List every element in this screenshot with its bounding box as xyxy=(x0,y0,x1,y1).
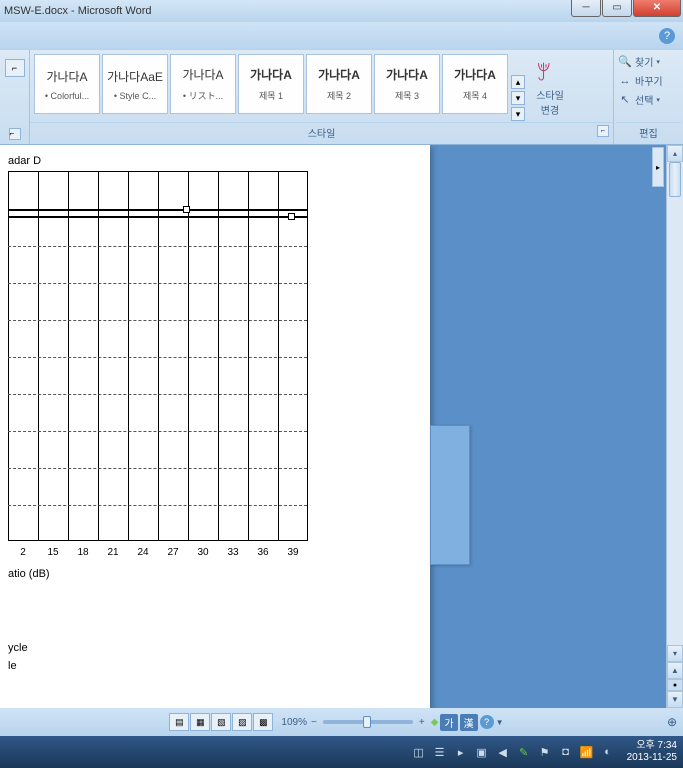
zoom-in-button[interactable]: + xyxy=(419,717,425,728)
page[interactable]: adar D 2151821242730333639 atio (dB) ycl… xyxy=(0,145,430,708)
ime-help-icon[interactable]: ? xyxy=(480,715,494,729)
x-tick: 15 xyxy=(38,547,68,558)
tray-icon[interactable]: ✎ xyxy=(516,744,532,760)
styles-down-button[interactable]: ▾ xyxy=(511,91,525,105)
ime-indicator: ◆ 가 漢 ? ▼ xyxy=(431,714,504,731)
tray-icon[interactable]: ☰ xyxy=(432,744,448,760)
styles-scroll: ▴ ▾ ▾ xyxy=(510,54,524,122)
outline-view-button[interactable]: ▨ xyxy=(232,713,252,731)
clock[interactable]: 오후 7:34 2013-11-25 xyxy=(627,740,677,764)
zoom-out-button[interactable]: − xyxy=(311,717,317,728)
chevron-down-icon: ▾ xyxy=(656,96,660,104)
prev-page-button[interactable]: ▲ xyxy=(667,662,683,679)
full-screen-view-button[interactable]: ▦ xyxy=(190,713,210,731)
select-button[interactable]: ↖ 선택 ▾ xyxy=(616,90,681,109)
view-buttons: ▤ ▦ ▧ ▨ ▩ xyxy=(169,713,273,731)
window-title: MSW-E.docx - Microsoft Word xyxy=(4,5,152,17)
body-text: ycle le xyxy=(8,640,422,675)
titlebar: MSW-E.docx - Microsoft Word ─ ▭ ✕ xyxy=(0,0,683,22)
taskbar[interactable]: ◫ ☰ ▸ ▣ ◀ ✎ ⚑ ◘ 📶 ◐ 오후 7:34 2013-11-25 xyxy=(0,736,683,768)
styles-gallery: 가나다A• Colorful... 가나다AaE• Style C... 가나다… xyxy=(30,50,613,122)
style-item[interactable]: 가나다A제목 4 xyxy=(442,54,508,114)
draft-view-button[interactable]: ▩ xyxy=(253,713,273,731)
zoom-level[interactable]: 109% xyxy=(281,717,307,728)
document-area[interactable]: adar D 2151821242730333639 atio (dB) ycl… xyxy=(0,145,666,708)
next-page-button[interactable]: ▼ xyxy=(667,691,683,708)
ime-dropdown-icon[interactable]: ▼ xyxy=(496,718,504,727)
style-item[interactable]: 가나다A• リスト... xyxy=(170,54,236,114)
x-tick-labels: 2151821242730333639 xyxy=(8,547,308,558)
chevron-down-icon: ▾ xyxy=(656,58,660,66)
zoom-slider-thumb[interactable] xyxy=(363,716,371,728)
zoom-slider[interactable] xyxy=(323,720,413,724)
statusbar: ▤ ▦ ▧ ▨ ▩ 109% − + ◆ 가 漢 ? ▼ ⊕ xyxy=(0,708,683,736)
x-axis-label: atio (dB) xyxy=(8,568,422,580)
ime-icon[interactable]: ◆ xyxy=(431,717,439,728)
x-tick: 36 xyxy=(248,547,278,558)
browse-object-button[interactable]: ● xyxy=(667,679,683,691)
replace-icon: ↔ xyxy=(618,74,632,88)
change-styles-icon: ꂖ xyxy=(536,59,564,87)
tray-icon[interactable]: ◐ xyxy=(600,744,616,760)
clipboard-toggle[interactable]: ▸ xyxy=(652,147,664,187)
embedded-chart[interactable] xyxy=(8,171,308,541)
vertical-scrollbar[interactable]: ▴ ▾ ▲ ● ▼ xyxy=(666,145,683,708)
ribbon-left-tools: ⌐ ⌐ xyxy=(0,50,30,144)
cursor-icon: ↖ xyxy=(618,93,632,107)
ime-mode[interactable]: 가 xyxy=(440,714,457,731)
styles-up-button[interactable]: ▴ xyxy=(511,75,525,89)
web-layout-view-button[interactable]: ▧ xyxy=(211,713,231,731)
system-tray: ◫ ☰ ▸ ▣ ◀ ✎ ⚑ ◘ 📶 ◐ 오후 7:34 2013-11-25 xyxy=(411,740,677,764)
minimize-button[interactable]: ─ xyxy=(571,0,601,17)
styles-more-button[interactable]: ▾ xyxy=(511,107,525,121)
x-tick: 2 xyxy=(8,547,38,558)
ribbon-tabs-row: ? xyxy=(0,22,683,50)
style-item[interactable]: 가나다A제목 1 xyxy=(238,54,304,114)
expand-icon[interactable]: ⌐ xyxy=(9,128,21,140)
tray-icon[interactable]: ◫ xyxy=(411,744,427,760)
flag-icon[interactable]: ⚑ xyxy=(537,744,553,760)
change-styles-button[interactable]: ꂖ 스타일 변경 xyxy=(526,54,574,122)
window-controls: ─ ▭ ✕ xyxy=(571,0,681,17)
x-tick: 24 xyxy=(128,547,158,558)
find-button[interactable]: 🔍 찾기 ▾ xyxy=(616,52,681,71)
style-item[interactable]: 가나다A• Colorful... xyxy=(34,54,100,114)
styles-dialog-launcher[interactable]: ⌐ xyxy=(597,125,609,137)
expand-icon[interactable]: ⊕ xyxy=(667,715,677,729)
editing-group: 🔍 찾기 ▾ ↔ 바꾸기 ↖ 선택 ▾ 편집 xyxy=(613,50,683,144)
x-tick: 18 xyxy=(68,547,98,558)
style-item[interactable]: 가나다AaE• Style C... xyxy=(102,54,168,114)
format-painter-button[interactable]: ⌐ xyxy=(5,59,25,77)
x-tick: 30 xyxy=(188,547,218,558)
volume-icon[interactable]: ◀ xyxy=(495,744,511,760)
ime-hanja[interactable]: 漢 xyxy=(460,714,478,731)
scroll-up-button[interactable]: ▴ xyxy=(667,145,683,162)
styles-group-label: 스타일 ⌐ xyxy=(30,122,613,142)
close-button[interactable]: ✕ xyxy=(633,0,681,17)
scroll-down-button[interactable]: ▾ xyxy=(667,645,683,662)
x-tick: 21 xyxy=(98,547,128,558)
background-window[interactable] xyxy=(430,425,470,565)
x-tick: 27 xyxy=(158,547,188,558)
styles-group: 가나다A• Colorful... 가나다AaE• Style C... 가나다… xyxy=(30,50,613,144)
help-icon[interactable]: ? xyxy=(659,28,675,44)
ribbon: ⌐ ⌐ 가나다A• Colorful... 가나다AaE• Style C...… xyxy=(0,50,683,145)
x-tick: 39 xyxy=(278,547,308,558)
tray-icon[interactable]: ◘ xyxy=(558,744,574,760)
tray-icon[interactable]: ▣ xyxy=(474,744,490,760)
binoculars-icon: 🔍 xyxy=(618,55,632,69)
scroll-thumb[interactable] xyxy=(669,162,681,197)
x-tick: 33 xyxy=(218,547,248,558)
print-layout-view-button[interactable]: ▤ xyxy=(169,713,189,731)
maximize-button[interactable]: ▭ xyxy=(602,0,632,17)
editing-group-label: 편집 xyxy=(616,122,681,142)
tray-icon[interactable]: ▸ xyxy=(453,744,469,760)
chart-title: adar D xyxy=(8,155,422,167)
style-item[interactable]: 가나다A제목 3 xyxy=(374,54,440,114)
network-icon[interactable]: 📶 xyxy=(579,744,595,760)
style-item[interactable]: 가나다A제목 2 xyxy=(306,54,372,114)
replace-button[interactable]: ↔ 바꾸기 xyxy=(616,71,681,90)
